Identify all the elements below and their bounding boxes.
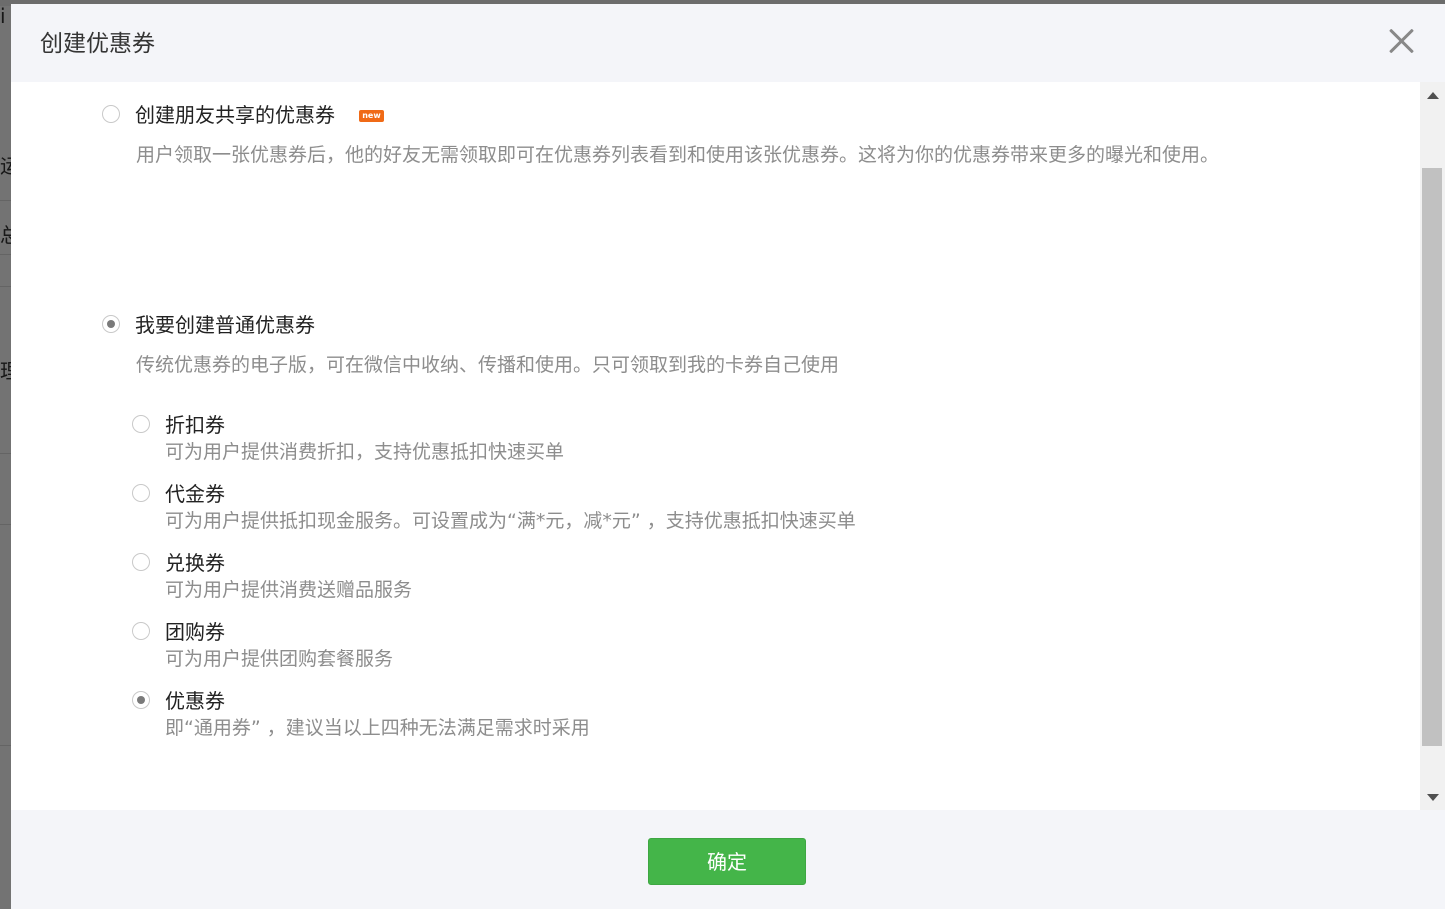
discount-coupon-description: 可为用户提供消费折扣，支持优惠抵扣快速买单 bbox=[165, 441, 565, 463]
radio-groupon-coupon[interactable] bbox=[132, 622, 150, 640]
scroll-down-arrow-icon[interactable] bbox=[1427, 794, 1439, 801]
discount-coupon-label[interactable]: 折扣券 bbox=[165, 411, 225, 439]
dialog-footer: 确定 bbox=[11, 810, 1445, 909]
cash-coupon-description: 可为用户提供抵扣现金服务。可设置成为“满*元，减*元” ，支持优惠抵扣快速买单 bbox=[165, 510, 856, 532]
close-icon[interactable] bbox=[1388, 28, 1414, 54]
radio-discount-coupon[interactable] bbox=[132, 415, 150, 433]
new-badge: new bbox=[359, 110, 384, 122]
dialog-header: 创建优惠券 bbox=[11, 4, 1445, 82]
exchange-coupon-description: 可为用户提供消费送赠品服务 bbox=[165, 579, 413, 601]
radio-normal-coupon[interactable] bbox=[102, 315, 120, 333]
normal-coupon-description: 传统优惠券的电子版，可在微信中收纳、传播和使用。只可领取到我的卡券自己使用 bbox=[136, 354, 840, 376]
friend-share-coupon-description: 用户领取一张优惠券后，他的好友无需领取即可在优惠券列表看到和使用该张优惠券。这将… bbox=[136, 144, 1220, 166]
groupon-coupon-label[interactable]: 团购券 bbox=[165, 618, 225, 646]
normal-coupon-label[interactable]: 我要创建普通优惠券 bbox=[135, 311, 315, 339]
radio-exchange-coupon[interactable] bbox=[132, 553, 150, 571]
radio-friend-share-coupon[interactable] bbox=[102, 105, 120, 123]
vertical-scrollbar[interactable] bbox=[1420, 82, 1445, 810]
general-coupon-label[interactable]: 优惠券 bbox=[165, 687, 225, 715]
dialog-title: 创建优惠券 bbox=[40, 31, 155, 57]
general-coupon-description: 即“通用券” ，建议当以上四种无法满足需求时采用 bbox=[165, 717, 590, 739]
exchange-coupon-label[interactable]: 兑换券 bbox=[165, 549, 225, 577]
scroll-up-arrow-icon[interactable] bbox=[1427, 92, 1439, 99]
dialog-body: 创建朋友共享的优惠券 new 用户领取一张优惠券后，他的好友无需领取即可在优惠券… bbox=[11, 82, 1420, 810]
confirm-button[interactable]: 确定 bbox=[648, 838, 806, 885]
scrollbar-thumb[interactable] bbox=[1422, 168, 1442, 746]
create-coupon-dialog: 创建优惠券 创建朋友共享的优惠券 new 用户领取一张优惠券后，他的好友无需领取… bbox=[11, 4, 1445, 909]
radio-general-coupon[interactable] bbox=[132, 691, 150, 709]
radio-cash-coupon[interactable] bbox=[132, 484, 150, 502]
friend-share-coupon-label[interactable]: 创建朋友共享的优惠券 bbox=[135, 101, 335, 129]
groupon-coupon-description: 可为用户提供团购套餐服务 bbox=[165, 648, 394, 670]
cash-coupon-label[interactable]: 代金券 bbox=[165, 480, 225, 508]
